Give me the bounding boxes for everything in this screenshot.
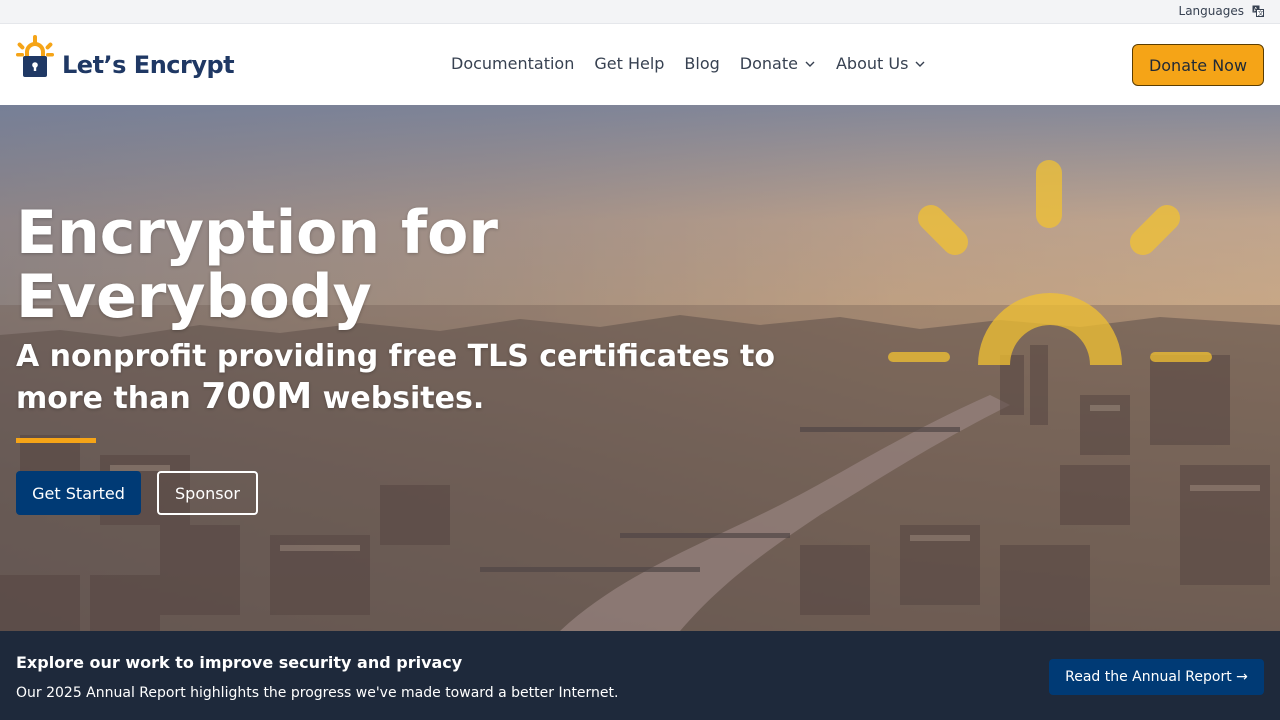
hero-section: Encryption for Everybody A nonprofit pro… xyxy=(0,105,1280,631)
svg-text:文: 文 xyxy=(1258,10,1264,18)
chevron-down-icon xyxy=(805,61,815,67)
nav-label: About Us xyxy=(835,54,909,73)
site-logo[interactable]: Let’s Encrypt xyxy=(16,34,235,82)
nav-item-documentation[interactable]: Documentation xyxy=(451,54,574,73)
padlock-sun-icon xyxy=(16,35,54,77)
site-header: Let’s Encrypt Documentation Get Help Blo… xyxy=(0,24,1280,105)
languages-label: Languages xyxy=(1178,4,1244,18)
nav-label: Get Help xyxy=(594,54,665,73)
sponsor-button[interactable]: Sponsor xyxy=(157,471,258,515)
logo-text: Let’s Encrypt xyxy=(62,51,235,79)
banner-text: Our 2025 Annual Report highlights the pr… xyxy=(16,685,619,701)
utility-bar: Languages A 文 xyxy=(0,0,1280,24)
nav-item-get-help[interactable]: Get Help xyxy=(594,54,664,73)
donate-now-button[interactable]: Donate Now xyxy=(1132,44,1264,86)
accent-divider xyxy=(16,438,96,443)
nav-label: Blog xyxy=(684,54,720,73)
subtitle-text: websites. xyxy=(312,381,485,416)
nav-item-blog[interactable]: Blog xyxy=(684,54,719,73)
main-nav: Documentation Get Help Blog Donate About… xyxy=(451,54,946,73)
languages-selector[interactable]: Languages A 文 xyxy=(1179,4,1264,18)
subtitle-highlight: 700M xyxy=(201,376,313,417)
sun-graphic xyxy=(888,160,1212,365)
nav-label: Documentation xyxy=(451,54,575,73)
banner-title: Explore our work to improve security and… xyxy=(16,653,463,672)
hero-title: Encryption for Everybody xyxy=(16,198,498,332)
read-annual-report-button[interactable]: Read the Annual Report → xyxy=(1049,659,1264,695)
nav-item-about-us[interactable]: About Us xyxy=(836,54,926,73)
chevron-down-icon xyxy=(915,61,925,67)
get-started-button[interactable]: Get Started xyxy=(16,471,141,515)
nav-label: Donate xyxy=(739,54,798,73)
annual-report-banner: Explore our work to improve security and… xyxy=(0,631,1280,720)
hero-subtitle: A nonprofit providing free TLS certifica… xyxy=(16,337,776,419)
nav-item-donate[interactable]: Donate xyxy=(740,54,816,73)
translate-icon: A 文 xyxy=(1252,5,1264,17)
